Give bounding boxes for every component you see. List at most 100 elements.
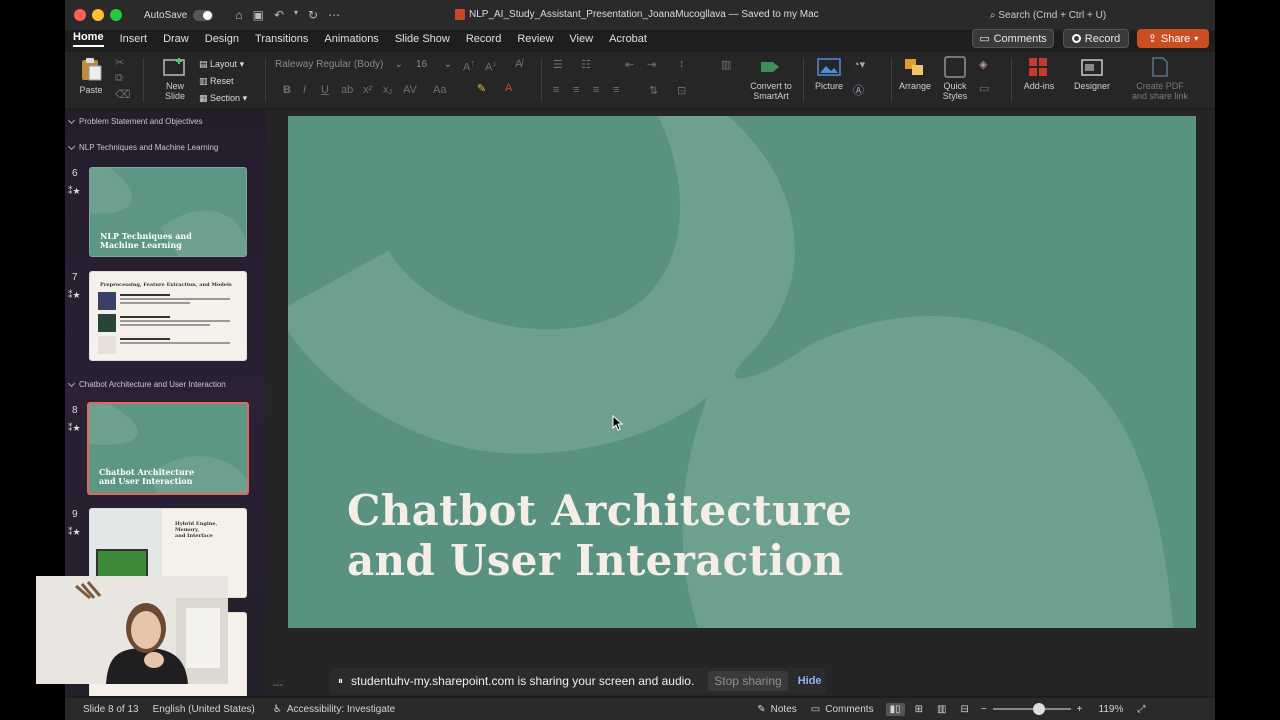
tab-animations[interactable]: Animations [324,33,378,45]
cut-icon[interactable]: ✂ [115,56,124,69]
stop-sharing-button[interactable]: Stop sharing [708,671,788,691]
slide-thumbnail-8[interactable]: Chatbot Architecture and User Interactio… [87,402,249,495]
justify-icon[interactable]: ≡ [613,84,619,96]
superscript-icon[interactable]: x² [363,84,372,96]
shape-fill-icon[interactable]: ◈ [979,58,987,71]
font-name-select[interactable]: Raleway Regular (Body) ⌄ [275,59,403,73]
tab-review[interactable]: Review [517,33,553,45]
font-size-select[interactable]: 16 ⌄ [416,59,452,73]
redo-icon[interactable]: ↻ [308,8,318,22]
slide-sorter-icon[interactable]: ⊞ [915,704,923,715]
comments-status-button[interactable]: Comments [825,704,873,715]
comments-button[interactable]: ▭ Comments [972,29,1054,48]
home-icon[interactable]: ⌂ [235,8,242,22]
notes-handle[interactable]: --- [273,680,283,691]
tab-home[interactable]: Home [73,31,104,47]
reading-view-icon[interactable]: ▥ [937,704,946,715]
shape-outline-icon[interactable]: ▭ [979,82,989,95]
textbox-icon[interactable]: Ⓐ [853,82,864,98]
change-case-icon[interactable]: Aa [433,84,446,96]
more-icon[interactable]: ⋯ [328,8,340,22]
bullets-icon[interactable]: ☰ [553,58,563,71]
record-button[interactable]: Record [1063,29,1129,48]
accessibility-status[interactable]: Accessibility: Investigate [287,704,395,715]
decrease-indent-icon[interactable]: ⇤ [625,58,634,71]
paste-button[interactable]: Paste [73,56,109,95]
numbering-icon[interactable]: ☷ [581,58,591,71]
section-header[interactable]: Problem Statement and Objectives [67,116,203,126]
language-indicator[interactable]: English (United States) [153,704,255,715]
zoom-out-icon[interactable]: − [981,704,987,715]
slide-6-title: NLP Techniques and Machine Learning [100,232,192,250]
autosave-control[interactable]: AutoSave [144,9,214,21]
chevron-down-icon[interactable]: ▾ [294,8,298,22]
highlight-icon[interactable]: ✎ [477,82,486,95]
tab-draw[interactable]: Draw [163,33,189,45]
slide-thumbnail-6[interactable]: NLP Techniques and Machine Learning [89,167,247,257]
reset-button[interactable]: ▥ Reset [199,73,247,90]
new-slide-button[interactable]: New Slide [157,56,193,101]
section-button[interactable]: ▦ Section ▾ [199,90,247,107]
italic-icon[interactable]: I [303,84,306,96]
tab-acrobat[interactable]: Acrobat [609,33,647,45]
format-painter-icon[interactable]: ⌫ [115,88,131,101]
slide-editor[interactable]: Chatbot Architecture and User Interactio… [265,110,1215,696]
tab-design[interactable]: Design [205,33,239,45]
subscript-icon[interactable]: x₂ [383,84,393,96]
current-slide[interactable]: Chatbot Architecture and User Interactio… [288,116,1196,628]
align-center-icon[interactable]: ≡ [573,84,579,96]
increase-indent-icon[interactable]: ⇥ [647,58,656,71]
zoom-window-button[interactable] [110,9,122,21]
font-color-icon[interactable]: A [505,82,512,94]
minimize-window-button[interactable] [92,9,104,21]
close-window-button[interactable] [74,9,86,21]
fit-to-window-icon[interactable]: ⤢ [1137,704,1145,715]
underline-icon[interactable]: U [321,84,329,96]
section-header[interactable]: Chatbot Architecture and User Interactio… [67,379,226,389]
share-button[interactable]: ⇪ Share ▾ [1137,29,1209,48]
save-icon[interactable]: ▣ [253,8,264,22]
autosave-toggle[interactable] [193,9,214,21]
hide-button[interactable]: Hide [798,675,822,687]
copy-icon[interactable]: ⧉ [115,72,123,85]
clear-formatting-icon[interactable]: A̸ [515,58,522,70]
slide-title[interactable]: Chatbot Architecture and User Interactio… [347,486,852,586]
undo-icon[interactable]: ↶ [274,8,284,22]
align-text-icon[interactable]: ⊡ [677,84,686,97]
search-field[interactable]: ⌕ Search (Cmd + Ctrl + U) [990,10,1106,21]
slide-thumbnail-7[interactable]: Preprocessing, Feature Extraction, and M… [89,271,247,361]
increase-font-icon[interactable]: A↑ [463,58,475,74]
convert-smartart-button[interactable]: Convert to SmartArt [745,56,797,101]
zoom-slider-thumb[interactable] [1032,703,1045,715]
section-header[interactable]: NLP Techniques and Machine Learning [67,142,218,152]
tab-slide-show[interactable]: Slide Show [395,33,450,45]
normal-view-icon[interactable]: ▮▯ [885,702,905,716]
pause-icon[interactable]: ⏸ [338,676,343,687]
arrange-button[interactable]: Arrange [897,56,933,91]
add-ins-button[interactable]: Add-ins [1019,56,1059,91]
text-direction-icon[interactable]: ⇅ [649,84,658,97]
notes-button[interactable]: Notes [771,704,797,715]
zoom-in-icon[interactable]: + [1077,704,1083,715]
align-right-icon[interactable]: ≡ [593,84,599,96]
create-pdf-button[interactable]: Create PDF and share link [1129,56,1191,101]
shapes-icon[interactable]: ◔▾ [853,58,865,71]
quick-styles-button[interactable]: Quick Styles [937,56,973,101]
designer-button[interactable]: Designer [1071,56,1113,91]
strikethrough-icon[interactable]: ab [341,84,353,96]
zoom-slider[interactable] [992,703,1071,715]
tab-transitions[interactable]: Transitions [255,33,308,45]
zoom-level[interactable]: 119% [1099,704,1124,715]
layout-button[interactable]: ▤ Layout ▾ [199,56,247,73]
picture-button[interactable]: Picture [811,56,847,91]
bold-icon[interactable]: B [283,84,291,96]
tab-view[interactable]: View [569,33,593,45]
character-spacing-icon[interactable]: AV [403,84,417,96]
decrease-font-icon[interactable]: A↓ [485,58,497,74]
tab-record[interactable]: Record [466,33,501,45]
slideshow-icon[interactable]: ⊟ [960,704,968,715]
columns-icon[interactable]: ▥ [721,58,731,71]
tab-insert[interactable]: Insert [120,33,148,45]
line-spacing-icon[interactable]: ↕ [679,58,685,70]
align-left-icon[interactable]: ≡ [553,84,559,96]
